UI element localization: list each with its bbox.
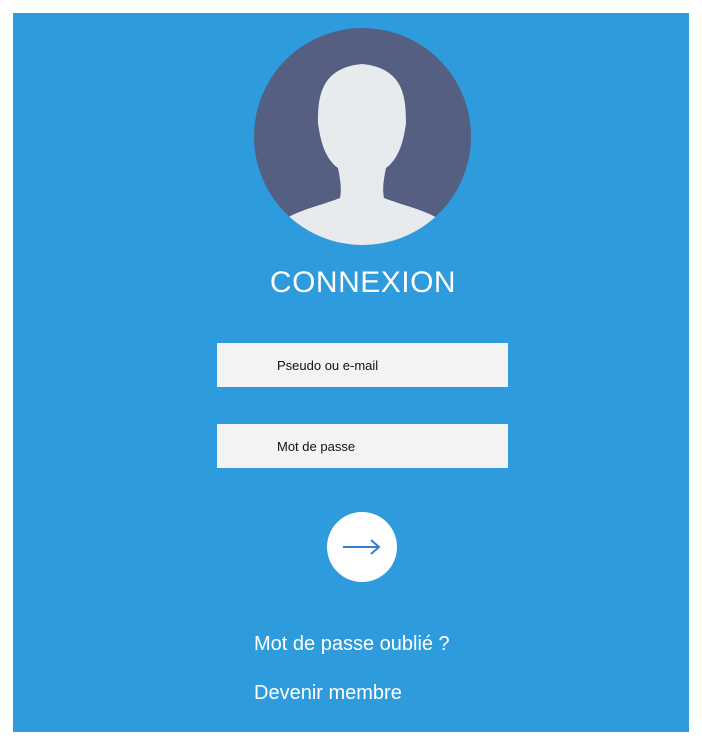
- login-panel: CONNEXION Mot de passe oublié ? Devenir …: [13, 13, 689, 732]
- avatar: [254, 28, 471, 245]
- username-field[interactable]: [217, 343, 508, 387]
- page-title: CONNEXION: [269, 266, 457, 299]
- forgot-password-link[interactable]: Mot de passe oublié ?: [254, 632, 450, 656]
- user-silhouette-icon: [274, 64, 450, 245]
- register-link[interactable]: Devenir membre: [254, 681, 402, 705]
- arrow-right-icon: [343, 539, 381, 555]
- password-field[interactable]: [217, 424, 508, 468]
- submit-button[interactable]: [327, 512, 397, 582]
